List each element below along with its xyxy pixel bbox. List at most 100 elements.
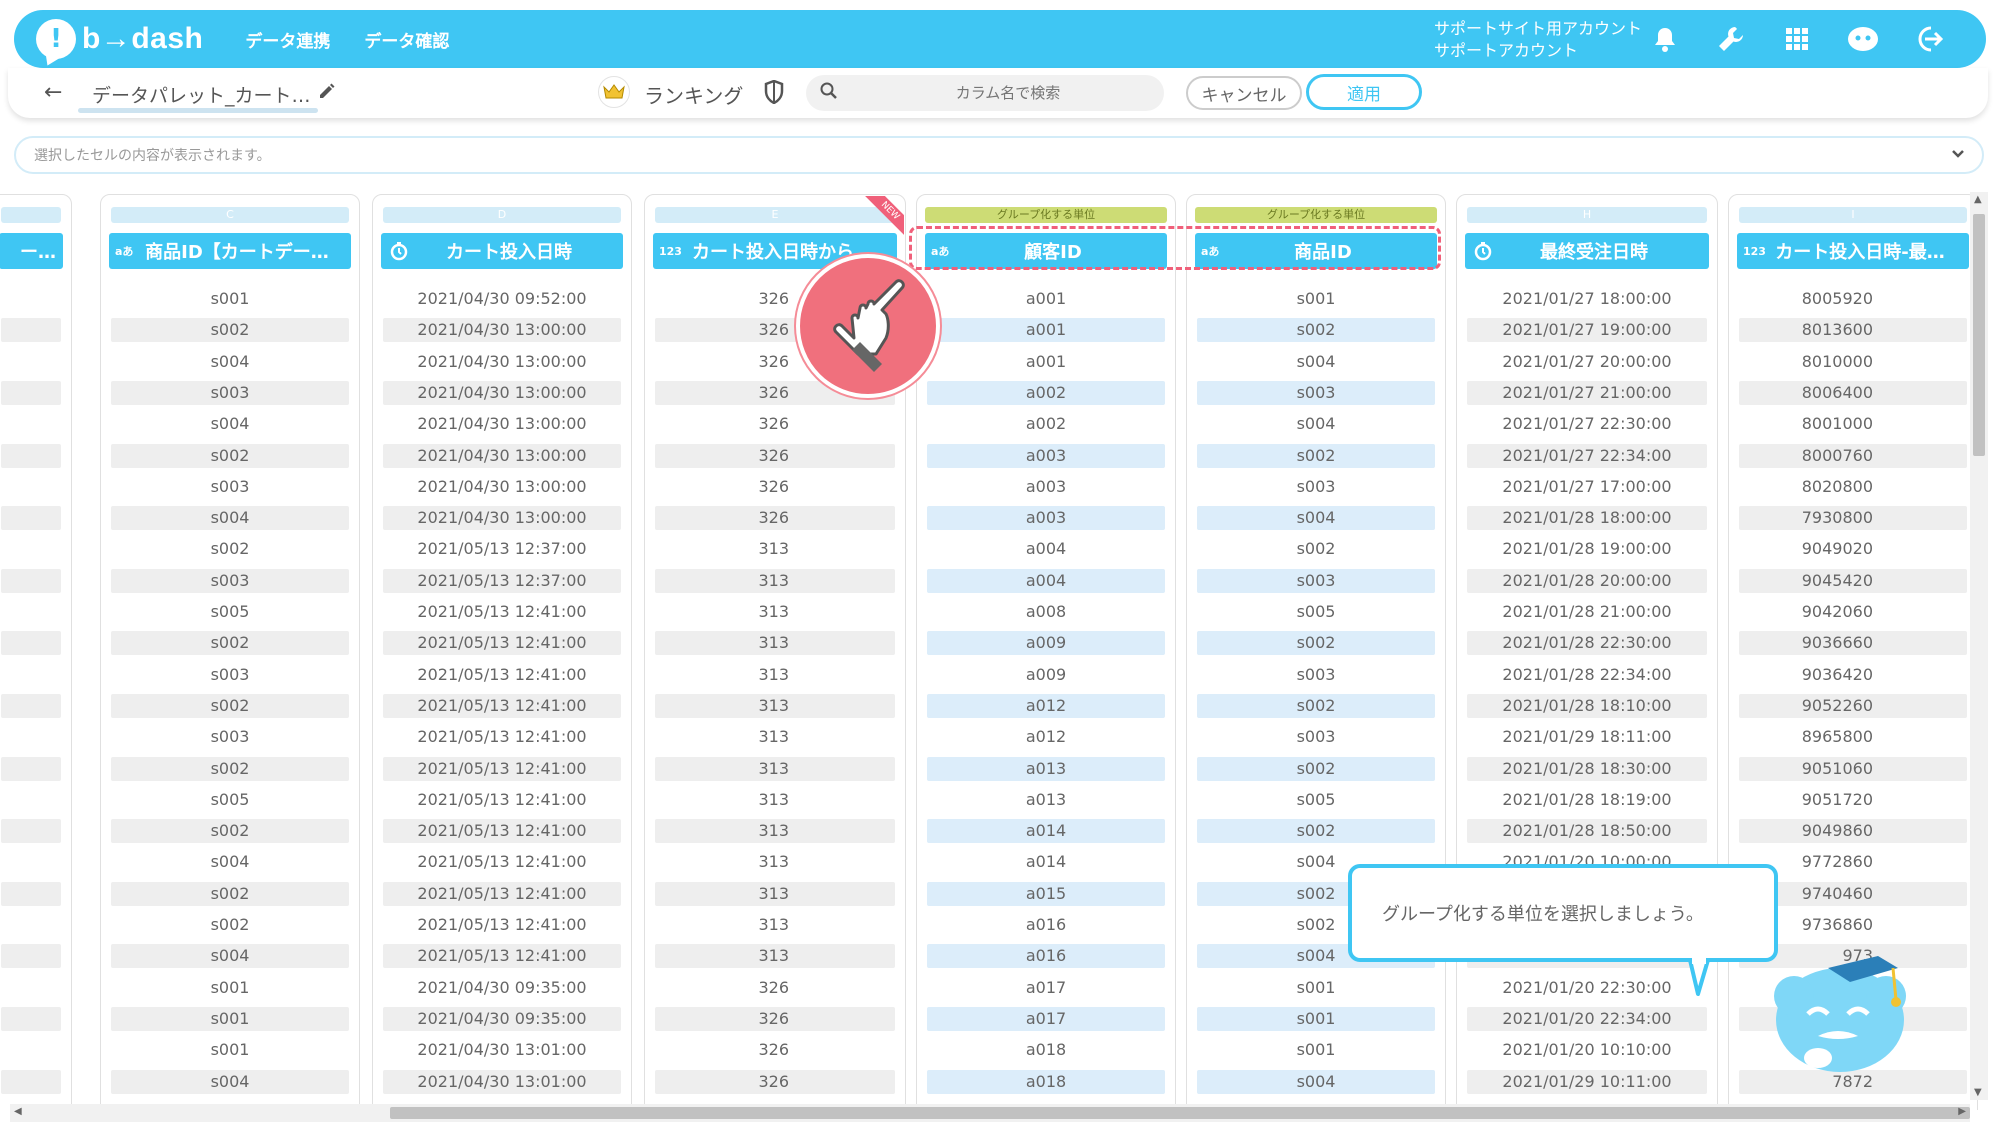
table-cell[interactable]: 2021/01/28 18:50:00 [1467, 819, 1707, 844]
table-cell[interactable]: 2021/01/28 20:00:00 [1467, 568, 1707, 593]
table-cell[interactable]: 326 [655, 443, 895, 468]
account-info[interactable]: サポートサイト用アカウント サポートアカウント [1434, 18, 1642, 62]
table-cell[interactable]: a002 [927, 380, 1165, 405]
table-cell[interactable]: 8005920 [1739, 287, 1967, 311]
table-cell[interactable]: 2021/04/30 13:00:00 [383, 380, 621, 405]
column-header[interactable]: 123 カート投入日時-最… [1737, 233, 1969, 269]
table-cell[interactable]: s005 [1197, 600, 1435, 624]
table-cell[interactable]: 2021/05/13 12:41:00 [383, 850, 621, 874]
table-cell[interactable] [1, 1038, 61, 1062]
table-cell[interactable]: 313 [655, 631, 895, 656]
table-cell[interactable]: s002 [1197, 537, 1435, 561]
table-cell[interactable]: s001 [111, 976, 349, 1000]
table-cell[interactable]: 2021/04/30 09:35:00 [383, 1006, 621, 1031]
table-cell[interactable]: 326 [655, 1006, 895, 1031]
table-cell[interactable]: s004 [111, 944, 349, 969]
table-cell[interactable]: 326 [655, 412, 895, 436]
table-cell[interactable]: 2021/04/30 13:00:00 [383, 475, 621, 499]
table-cell[interactable]: 2021/05/13 12:41:00 [383, 693, 621, 718]
table-cell[interactable]: s003 [111, 380, 349, 405]
table-cell[interactable]: 9045420 [1739, 568, 1967, 593]
table-cell[interactable]: a017 [927, 976, 1165, 1000]
table-cell[interactable]: 2021/04/30 09:52:00 [383, 287, 621, 311]
table-cell[interactable]: 313 [655, 881, 895, 906]
table-cell[interactable] [1, 756, 61, 781]
table-cell[interactable]: 2021/01/20 10:10:00 [1467, 1038, 1707, 1062]
column-header[interactable]: 最終受注日時 [1465, 233, 1709, 269]
table-cell[interactable] [1, 443, 61, 468]
table-cell[interactable] [1, 881, 61, 906]
table-cell[interactable]: a004 [927, 568, 1165, 593]
cancel-button[interactable]: キャンセル [1186, 76, 1302, 110]
table-cell[interactable]: 313 [655, 600, 895, 624]
table-cell[interactable]: 313 [655, 663, 895, 687]
table-cell[interactable]: 7930800 [1739, 506, 1967, 531]
table-cell[interactable]: 313 [655, 725, 895, 749]
table-cell[interactable]: 2021/04/30 13:00:00 [383, 506, 621, 531]
table-cell[interactable] [1, 380, 61, 405]
table-cell[interactable]: 313 [655, 537, 895, 561]
table-cell[interactable]: s002 [111, 631, 349, 656]
table-cell[interactable]: s002 [111, 913, 349, 937]
table-cell[interactable]: 9051060 [1739, 756, 1967, 781]
table-cell[interactable]: 2021/01/28 21:00:00 [1467, 600, 1707, 624]
table-cell[interactable]: s002 [1197, 318, 1435, 343]
table-cell[interactable]: s002 [1197, 631, 1435, 656]
vertical-scrollbar[interactable]: ▲ ▼ [1970, 192, 1988, 1100]
table-cell[interactable]: s003 [111, 725, 349, 749]
table-cell[interactable] [1, 663, 61, 687]
table-cell[interactable] [1, 568, 61, 593]
column-search-input[interactable] [858, 84, 1158, 102]
table-cell[interactable] [1, 819, 61, 844]
table-cell[interactable]: s003 [1197, 725, 1435, 749]
support-mascot-icon[interactable] [1846, 22, 1880, 56]
table-cell[interactable]: s004 [111, 350, 349, 374]
table-cell[interactable]: a004 [927, 537, 1165, 561]
table-cell[interactable]: 2021/01/28 19:00:00 [1467, 537, 1707, 561]
shield-icon[interactable] [764, 79, 784, 108]
column-header[interactable]: aあ 商品ID【カートデー… [109, 233, 351, 269]
table-cell[interactable]: 2021/01/28 22:30:00 [1467, 631, 1707, 656]
table-cell[interactable]: a013 [927, 756, 1165, 781]
table-cell[interactable]: s002 [111, 537, 349, 561]
table-cell[interactable]: 2021/01/28 18:30:00 [1467, 756, 1707, 781]
table-cell[interactable]: 2021/04/30 13:01:00 [383, 1038, 621, 1062]
table-cell[interactable]: 2021/01/20 22:34:00 [1467, 1006, 1707, 1031]
table-cell[interactable]: 2021/04/30 09:35:00 [383, 976, 621, 1000]
table-cell[interactable] [1, 412, 61, 436]
table-cell[interactable]: s004 [111, 506, 349, 531]
scroll-right-icon[interactable]: ▶ [1958, 1106, 1966, 1117]
table-cell[interactable]: 2021/01/27 20:00:00 [1467, 350, 1707, 374]
table-cell[interactable]: 2021/01/27 18:00:00 [1467, 287, 1707, 311]
pencil-icon[interactable] [318, 82, 336, 104]
table-cell[interactable]: a001 [927, 318, 1165, 343]
table-cell[interactable] [1, 537, 61, 561]
nav-data-check[interactable]: データ確認 [364, 27, 449, 52]
table-cell[interactable]: s002 [111, 318, 349, 343]
table-cell[interactable]: 9042060 [1739, 600, 1967, 624]
logout-icon[interactable] [1912, 22, 1946, 56]
table-cell[interactable]: s002 [1197, 819, 1435, 844]
table-cell[interactable]: 313 [655, 944, 895, 969]
horizontal-scroll-thumb[interactable] [390, 1107, 1970, 1119]
table-cell[interactable]: a012 [927, 693, 1165, 718]
wrench-icon[interactable] [1714, 22, 1748, 56]
table-cell[interactable]: a003 [927, 475, 1165, 499]
column-header[interactable]: ー… [0, 233, 63, 269]
table-cell[interactable] [1, 318, 61, 343]
table-cell[interactable]: s001 [1197, 287, 1435, 311]
table-cell[interactable]: 2021/04/30 13:00:00 [383, 412, 621, 436]
grid-menu-icon[interactable] [1780, 22, 1814, 56]
table-cell[interactable]: s001 [111, 1038, 349, 1062]
table-cell[interactable]: a018 [927, 1038, 1165, 1062]
table-cell[interactable] [1, 913, 61, 937]
table-cell[interactable]: 326 [655, 506, 895, 531]
table-cell[interactable]: s003 [111, 568, 349, 593]
table-cell[interactable]: s005 [111, 788, 349, 812]
table-cell[interactable]: 313 [655, 693, 895, 718]
table-cell[interactable]: a001 [927, 350, 1165, 374]
table-cell[interactable]: 2021/01/29 10:11:00 [1467, 1069, 1707, 1094]
table-cell[interactable]: s001 [1197, 1038, 1435, 1062]
table-cell[interactable]: 326 [655, 475, 895, 499]
table-cell[interactable]: a014 [927, 819, 1165, 844]
